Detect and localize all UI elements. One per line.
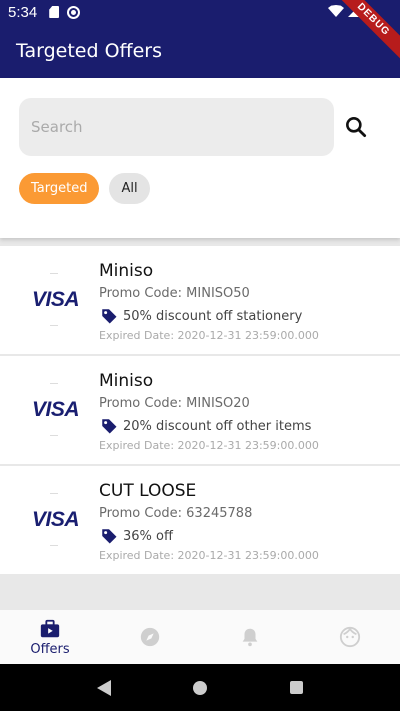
nav-item-profile[interactable] bbox=[300, 610, 400, 664]
nav-item-offers[interactable]: Offers bbox=[0, 610, 100, 664]
bottom-nav: Offers bbox=[0, 610, 400, 664]
recents-icon[interactable] bbox=[289, 681, 303, 694]
offer-expiry: Expired Date: 2020-12-31 23:59:00.000 bbox=[99, 439, 319, 452]
offer-discount-text: 36% off bbox=[123, 528, 173, 544]
visa-logo-text: VISA bbox=[31, 398, 80, 421]
compass-icon bbox=[140, 627, 160, 647]
system-nav-bar bbox=[0, 664, 400, 711]
nav-item-notifications[interactable] bbox=[200, 610, 300, 664]
offer-discount-text: 50% discount off stationery bbox=[123, 308, 303, 324]
offer-discount: 36% off bbox=[99, 526, 319, 546]
search-icon[interactable] bbox=[343, 114, 369, 140]
offer-details: CUT LOOSE Promo Code: 63245788 36% off E… bbox=[99, 480, 319, 562]
visa-logo-text: VISA bbox=[31, 288, 80, 311]
visa-logo-text: VISA bbox=[31, 508, 80, 531]
search-input[interactable] bbox=[19, 98, 334, 156]
offer-merchant: CUT LOOSE bbox=[99, 481, 197, 501]
filter-chip-targeted[interactable]: Targeted bbox=[19, 173, 100, 204]
nav-item-explore[interactable] bbox=[100, 610, 200, 664]
offer-card[interactable]: VISA Miniso Promo Code: MINISO20 20% dis… bbox=[0, 356, 400, 464]
offer-details: Miniso Promo Code: MINISO20 20% discount… bbox=[99, 370, 319, 452]
offer-merchant: Miniso bbox=[99, 371, 154, 391]
sync-icon bbox=[67, 5, 81, 19]
offer-promo-code: Promo Code: MINISO20 bbox=[99, 396, 250, 411]
offer-expiry: Expired Date: 2020-12-31 23:59:00.000 bbox=[99, 329, 319, 342]
home-icon[interactable] bbox=[193, 680, 208, 695]
sd-card-icon bbox=[49, 6, 60, 18]
filter-chips: Targeted All bbox=[19, 173, 150, 204]
nav-label-offers: Offers bbox=[30, 641, 70, 657]
offer-discount-text: 20% discount off other items bbox=[123, 418, 312, 434]
visa-logo: VISA bbox=[28, 246, 83, 354]
status-time: 5:34 bbox=[8, 3, 38, 21]
tag-icon bbox=[102, 309, 117, 324]
bell-icon bbox=[242, 628, 258, 647]
status-bar: 5:34 bbox=[0, 0, 400, 24]
filter-chip-all[interactable]: All bbox=[109, 173, 150, 204]
offer-promo-code: Promo Code: 63245788 bbox=[99, 506, 253, 521]
offer-details: Miniso Promo Code: MINISO50 50% discount… bbox=[99, 260, 319, 342]
face-icon bbox=[339, 626, 361, 648]
visa-logo: VISA bbox=[28, 356, 83, 464]
offer-card[interactable]: VISA CUT LOOSE Promo Code: 63245788 36% … bbox=[0, 466, 400, 574]
offer-merchant: Miniso bbox=[99, 261, 154, 281]
search-panel: Targeted All bbox=[0, 78, 400, 238]
offer-promo-code: Promo Code: MINISO50 bbox=[99, 286, 250, 301]
briefcase-icon bbox=[40, 619, 60, 637]
page-title: Targeted Offers bbox=[16, 40, 163, 62]
visa-logo: VISA bbox=[28, 466, 83, 574]
tag-icon bbox=[102, 419, 117, 434]
app-bar: Targeted Offers bbox=[0, 24, 400, 78]
offer-discount: 50% discount off stationery bbox=[99, 306, 319, 326]
wifi-icon bbox=[328, 5, 344, 17]
tag-icon bbox=[102, 529, 117, 544]
offer-card[interactable]: VISA Miniso Promo Code: MINISO50 50% dis… bbox=[0, 246, 400, 354]
offers-list: VISA Miniso Promo Code: MINISO50 50% dis… bbox=[0, 246, 400, 576]
offer-expiry: Expired Date: 2020-12-31 23:59:00.000 bbox=[99, 549, 319, 562]
offer-discount: 20% discount off other items bbox=[99, 416, 319, 436]
back-icon[interactable] bbox=[97, 679, 112, 696]
